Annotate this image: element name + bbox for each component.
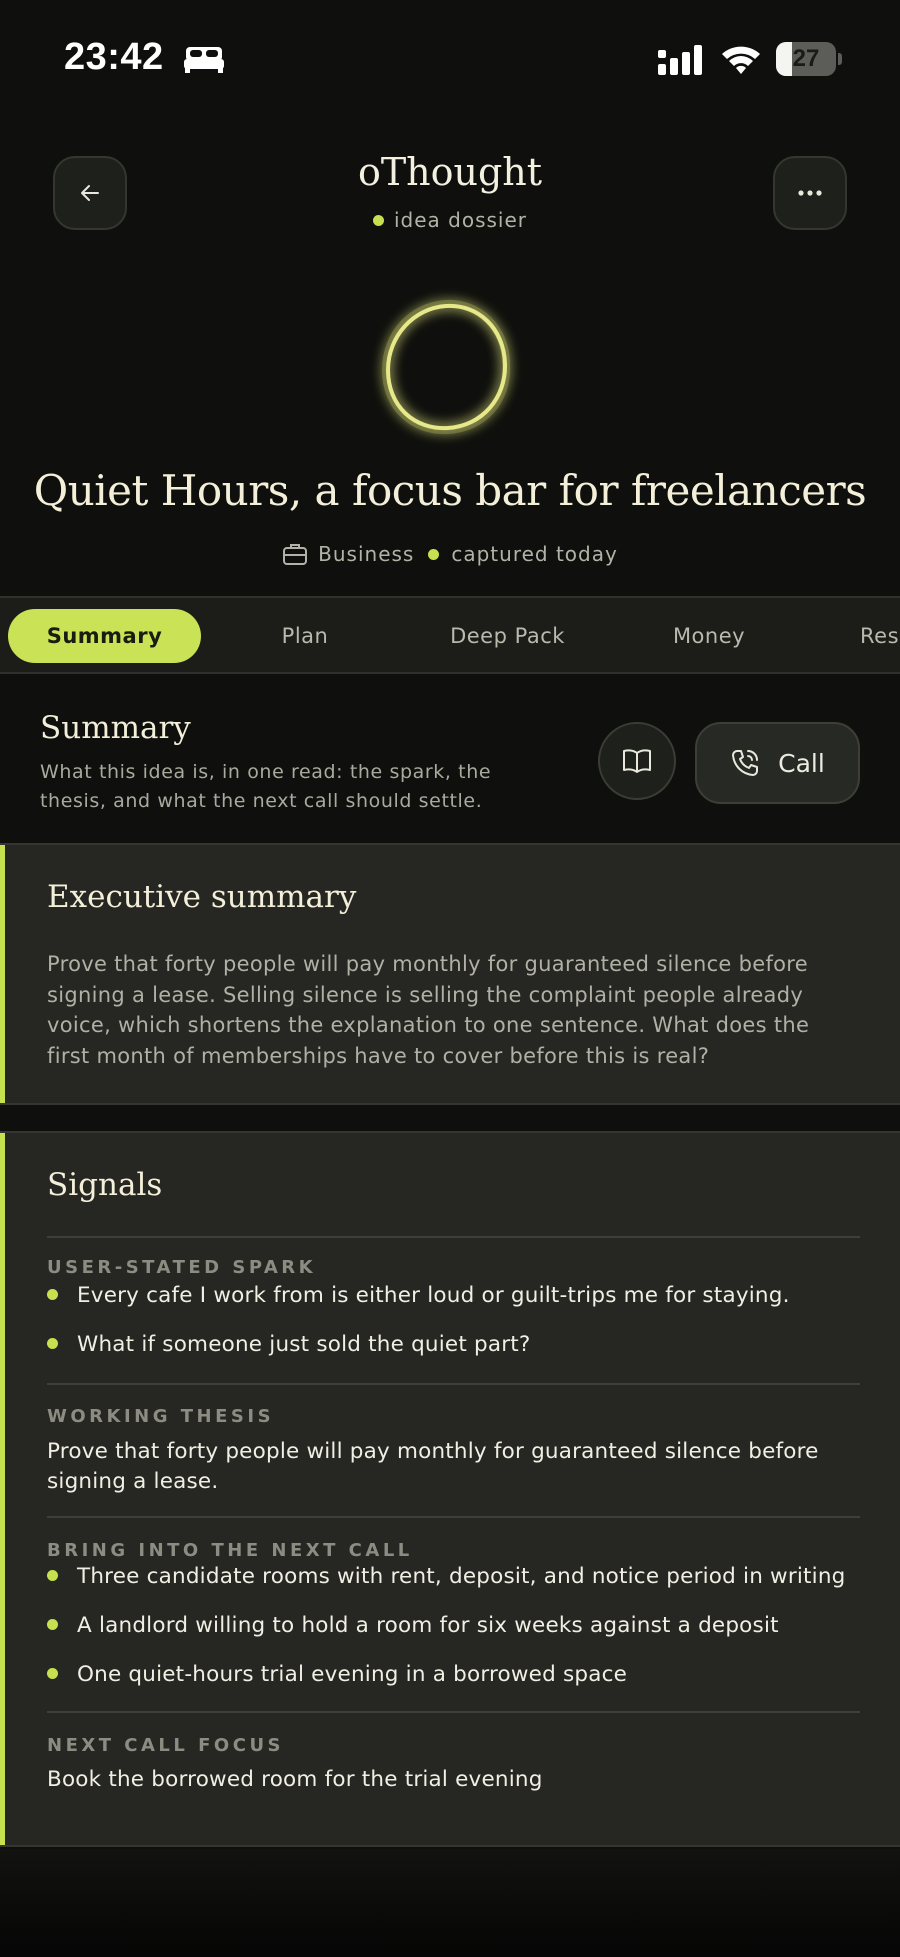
- more-options-button[interactable]: [773, 156, 847, 230]
- executive-summary-card: Executive summary Prove that forty peopl…: [0, 843, 900, 1105]
- bullet-dot: [47, 1618, 58, 1630]
- spark-item: What if someone just sold the quiet part…: [47, 1332, 531, 1357]
- tab-plan[interactable]: Plan: [230, 609, 380, 663]
- focus-text: Book the borrowed room for the trial eve…: [47, 1767, 543, 1792]
- status-dot: [372, 214, 384, 226]
- spark-item-text: Every cafe I work from is either loud or…: [77, 1283, 790, 1308]
- tab-deep-pack[interactable]: Deep Pack: [425, 609, 590, 663]
- wifi-icon: [722, 46, 760, 74]
- bullet-dot: [47, 1288, 58, 1300]
- bullet-dot: [47, 1569, 58, 1581]
- signals-title: Signals: [47, 1167, 163, 1203]
- tab-bar: Summary Plan Deep Pack Money Res: [0, 596, 900, 674]
- bullet-dot: [47, 1337, 58, 1349]
- next-call-item-text: One quiet-hours trial evening in a borro…: [77, 1662, 628, 1687]
- app-subtitle-text: idea dossier: [393, 208, 528, 232]
- thesis-label: WORKING THESIS: [47, 1406, 275, 1427]
- next-call-item: One quiet-hours trial evening in a borro…: [47, 1662, 627, 1687]
- call-button[interactable]: Call: [695, 722, 860, 804]
- bottom-fade: [0, 1849, 900, 1957]
- battery-indicator: 27: [776, 42, 842, 76]
- status-bar: 23:42 27: [0, 0, 900, 120]
- phone-call-icon: [732, 750, 759, 776]
- next-call-item: Three candidate rooms with rent, deposit…: [47, 1564, 846, 1589]
- status-time: 23:42: [64, 36, 164, 78]
- spark-label: USER-STATED SPARK: [47, 1257, 317, 1278]
- more-horizontal-icon: [798, 190, 822, 196]
- signals-card: Signals USER-STATED SPARK Every cafe I w…: [0, 1131, 900, 1847]
- idea-meta: Business captured today: [0, 542, 900, 566]
- section-description: What this idea is, in one read: the spar…: [40, 761, 492, 812]
- card-accent-bar: [0, 1133, 5, 1845]
- call-button-label: Call: [778, 748, 825, 778]
- book-open-icon: [623, 749, 651, 773]
- tab-res[interactable]: Res: [840, 609, 900, 663]
- executive-summary-title: Executive summary: [47, 879, 357, 915]
- cellular-signal-icon: [658, 45, 702, 75]
- divider: [47, 1236, 860, 1238]
- app-subtitle: idea dossier: [0, 208, 900, 232]
- next-call-item-text: Three candidate rooms with rent, deposit…: [77, 1564, 846, 1589]
- executive-summary-text: Prove that forty people will pay monthly…: [47, 952, 810, 1068]
- glowing-ring-icon: [381, 299, 511, 435]
- tab-summary[interactable]: Summary: [8, 609, 201, 663]
- section-title: Summary: [40, 710, 191, 746]
- briefcase-icon: [283, 544, 308, 565]
- idea-category: Business: [318, 542, 415, 566]
- spark-item: Every cafe I work from is either loud or…: [47, 1283, 790, 1308]
- idea-captured: captured today: [451, 542, 618, 566]
- idea-title: Quiet Hours, a focus bar for freelancers: [33, 466, 867, 515]
- spark-item-text: What if someone just sold the quiet part…: [77, 1332, 531, 1357]
- divider: [47, 1711, 860, 1713]
- divider: [47, 1383, 860, 1385]
- battery-level-text: 27: [792, 45, 820, 72]
- divider: [47, 1516, 860, 1518]
- next-call-item-text: A landlord willing to hold a room for si…: [77, 1613, 779, 1638]
- next-call-item: A landlord willing to hold a room for si…: [47, 1613, 779, 1638]
- bullet-dot: [47, 1667, 58, 1679]
- read-button[interactable]: [598, 722, 676, 800]
- thesis-text: Prove that forty people will pay monthly…: [47, 1439, 819, 1494]
- focus-label: NEXT CALL FOCUS: [47, 1735, 285, 1756]
- tab-money[interactable]: Money: [634, 609, 784, 663]
- meta-dot: [428, 548, 440, 560]
- card-accent-bar: [0, 845, 5, 1103]
- next-call-label: BRING INTO THE NEXT CALL: [47, 1540, 413, 1561]
- app-title: oThought: [357, 150, 543, 194]
- bed-icon: [184, 47, 224, 73]
